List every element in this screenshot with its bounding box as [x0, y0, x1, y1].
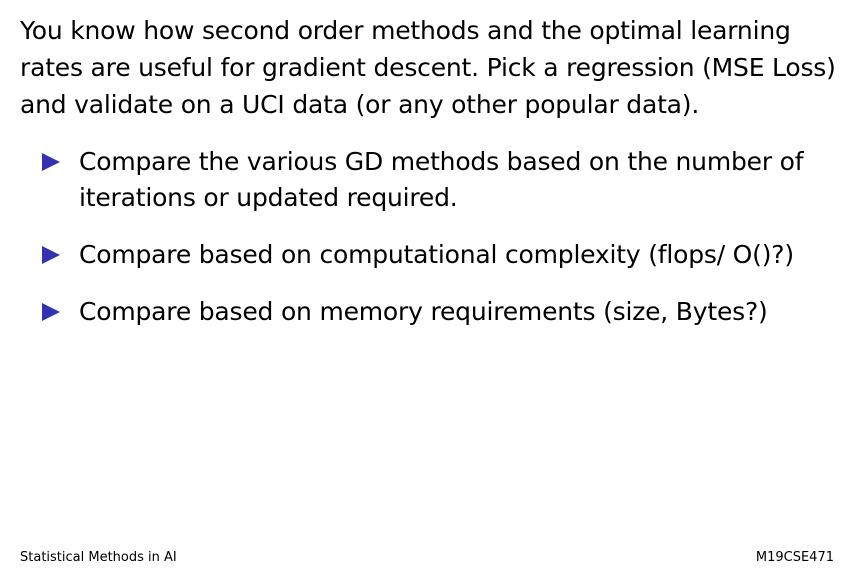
bullet-text-line: Compare the various GD methods based on …: [79, 147, 804, 176]
intro-paragraph: You know how second order methods and th…: [20, 12, 840, 123]
bullet-item: Compare the various GD methods based on …: [42, 144, 842, 216]
bullet-item: Compare based on computational complexit…: [42, 237, 842, 273]
triangle-right-icon: [42, 153, 60, 171]
slide: You know how second order methods and th…: [0, 0, 855, 585]
intro-line: and validate on a UCI data (or any other…: [20, 90, 700, 119]
triangle-right-icon: [42, 303, 60, 321]
bullet-text-line: iterations or updated required.: [79, 183, 458, 212]
bullet-list: Compare the various GD methods based on …: [42, 144, 842, 330]
triangle-right-icon: [42, 246, 60, 264]
intro-line: rates are useful for gradient descent. P…: [20, 53, 836, 82]
bullet-text-line: Compare based on memory requirements (si…: [79, 297, 768, 326]
footer-course-title: Statistical Methods in AI: [20, 550, 177, 565]
bullet-text-line: Compare based on computational complexit…: [79, 240, 794, 269]
bullet-item: Compare based on memory requirements (si…: [42, 294, 842, 330]
footer-course-code: M19CSE471: [755, 550, 834, 565]
intro-line: You know how second order methods and th…: [20, 16, 791, 45]
